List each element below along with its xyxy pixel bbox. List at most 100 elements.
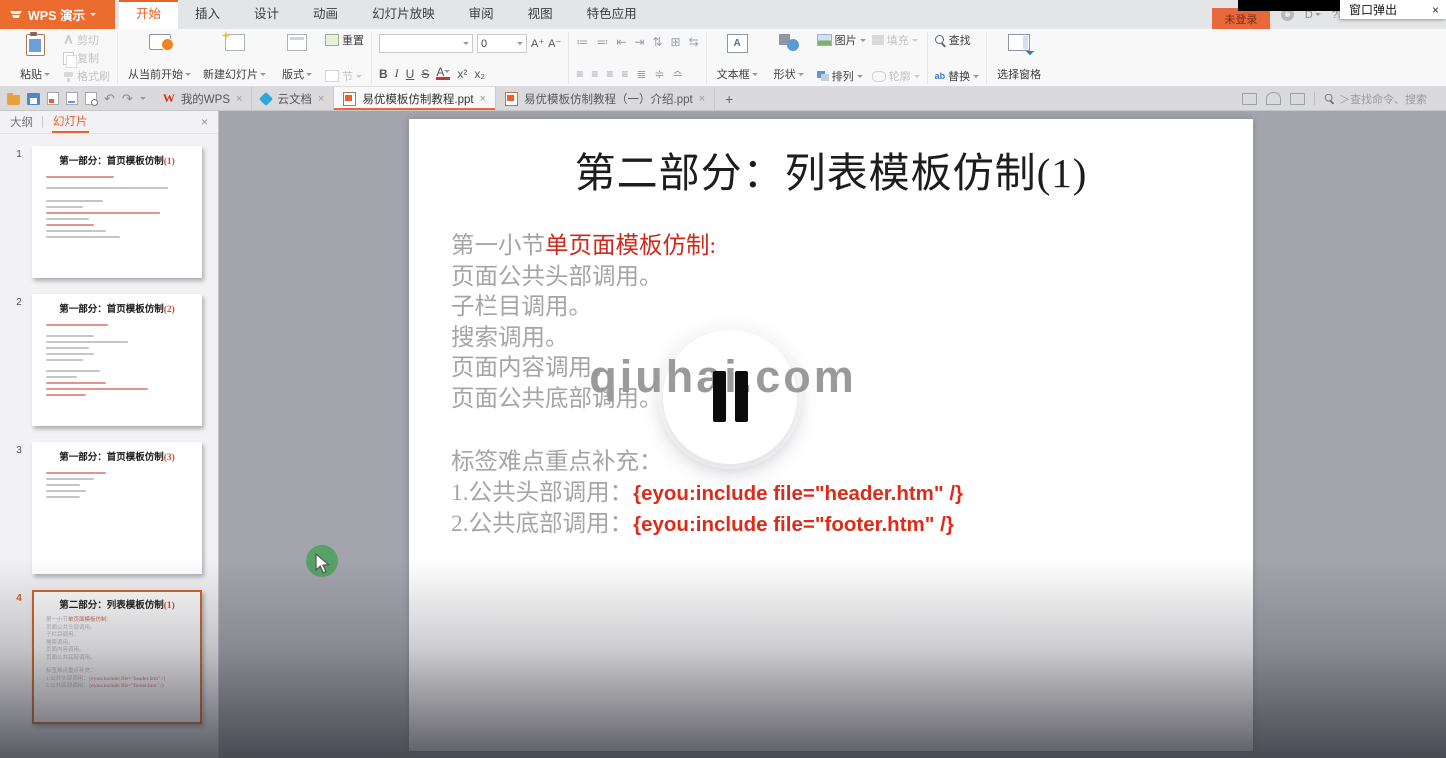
menu-tab-4[interactable]: 动画 — [296, 0, 355, 29]
decrease-indent-button[interactable]: ⇤ — [616, 35, 626, 49]
play-from-current-button[interactable]: 从当前开始 — [125, 32, 194, 84]
grow-font-button[interactable]: A⁺ — [531, 37, 544, 50]
close-icon[interactable]: × — [236, 93, 242, 105]
close-icon[interactable]: × — [1432, 3, 1439, 17]
document-tab-1[interactable]: W我的WPS× — [154, 87, 253, 110]
paste-icon — [26, 34, 45, 56]
gray-text: 第一小节 — [451, 233, 545, 259]
thumbnail-card[interactable]: 第一部分：首页模板仿制(2) — [32, 294, 202, 426]
menu-tab-6[interactable]: 审阅 — [452, 0, 511, 29]
slide-thumbnail-1[interactable]: 1第一部分：首页模板仿制(1) — [6, 146, 218, 278]
menu-tab-1[interactable]: 开始 — [119, 0, 178, 29]
open-folder-icon[interactable] — [7, 95, 20, 105]
send-feedback-icon[interactable] — [1290, 93, 1305, 105]
document-tab-3[interactable]: 易优模板仿制教程.ppt × — [334, 87, 496, 110]
thumbnail-card[interactable]: 第一部分：首页模板仿制(3) — [32, 442, 202, 574]
align-left-button[interactable]: ≡ — [576, 67, 583, 81]
print-icon[interactable] — [66, 92, 78, 105]
picture-icon — [817, 34, 832, 46]
save-icon[interactable] — [27, 93, 40, 105]
command-search-input[interactable]: ＞查找命令、搜索 — [1324, 91, 1442, 107]
superscript-button[interactable]: x² — [457, 67, 467, 81]
menu-tab-3[interactable]: 设计 — [237, 0, 296, 29]
redo-icon[interactable]: ↷ — [122, 92, 133, 105]
line-spacing-button[interactable]: ≑ — [654, 67, 664, 81]
screen-share-icon[interactable] — [1242, 93, 1257, 105]
menu-tab-5[interactable]: 幻灯片放映 — [355, 0, 452, 29]
close-icon[interactable]: × — [699, 93, 705, 105]
selection-pane-button[interactable]: 选择窗格 — [994, 32, 1044, 84]
slide-thumbnail-4[interactable]: 4第二部分：列表模板仿制(1)第一小节单页面模板仿制:页面公共头部调用。子栏目调… — [6, 590, 218, 724]
picture-button[interactable]: 图片 — [817, 33, 866, 47]
underline-button[interactable]: U — [406, 67, 415, 81]
thumbnail-card[interactable]: 第二部分：列表模板仿制(1)第一小节单页面模板仿制:页面公共头部调用。子栏目调用… — [32, 590, 202, 724]
paragraph-settings-button[interactable]: ≏ — [673, 67, 683, 81]
menu-tab-2[interactable]: 插入 — [178, 0, 237, 29]
tab-label: 易优模板仿制教程.ppt — [362, 91, 473, 107]
current-slide[interactable]: 第二部分：列表模板仿制(1) 第一小节单页面模板仿制:页面公共头部调用。子栏目调… — [409, 119, 1253, 751]
tab-slides[interactable]: 幻灯片 — [52, 112, 89, 133]
new-tab-button[interactable]: + — [715, 87, 743, 110]
font-name-select[interactable] — [379, 34, 473, 53]
bullets-button[interactable]: ≔ — [576, 35, 588, 49]
strikethrough-button[interactable]: S — [421, 67, 429, 81]
find-button[interactable]: 查找 — [935, 33, 980, 47]
copy-button[interactable]: 复制 — [63, 51, 110, 65]
new-slide-button[interactable]: 新建幻灯片 — [200, 32, 269, 84]
bold-button[interactable]: B — [379, 67, 388, 81]
distribute-button[interactable]: ≣ — [636, 67, 646, 81]
red-text: {eyou:include file="header.htm" /} — [633, 482, 963, 505]
export-pdf-icon[interactable] — [47, 92, 59, 105]
insert-group: A 文本框 形状 图片 排列 填充 轮廓 — [707, 32, 928, 84]
arrange-button[interactable]: 排列 — [817, 69, 866, 83]
document-tab-4[interactable]: 易优模板仿制教程（一）介绍.ppt× — [496, 87, 715, 110]
menu-tab-7[interactable]: 视图 — [511, 0, 570, 29]
divider — [1314, 92, 1315, 105]
shrink-font-button[interactable]: A⁻ — [548, 37, 561, 50]
shapes-button[interactable]: 形状 — [767, 32, 811, 84]
reset-button[interactable]: 重置 — [325, 33, 364, 47]
align-right-button[interactable]: ≡ — [606, 67, 613, 81]
align-center-button[interactable]: ≡ — [591, 67, 598, 81]
wps-logo[interactable]: WPS 演示 — [0, 0, 115, 29]
increase-indent-button[interactable]: ⇥ — [634, 35, 644, 49]
chevron-down-icon[interactable] — [140, 97, 146, 103]
format-painter-button[interactable]: 格式刷 — [63, 69, 110, 83]
login-button[interactable]: 未登录 — [1212, 8, 1270, 29]
justify-button[interactable]: ≡ — [621, 67, 628, 81]
italic-button[interactable]: I — [395, 66, 399, 81]
section-button[interactable]: 节 — [325, 69, 364, 83]
close-icon[interactable]: × — [318, 93, 324, 105]
copy-icon — [63, 52, 74, 65]
font-color-button[interactable]: A — [436, 67, 450, 80]
textbox-button[interactable]: A 文本框 — [714, 32, 761, 84]
chevron-down-icon — [798, 73, 804, 79]
outline-button[interactable]: 轮廓 — [872, 69, 920, 83]
char-spacing-button[interactable]: ⇆ — [689, 35, 699, 49]
numbering-button[interactable]: ≕ — [596, 35, 608, 49]
menu-tab-8[interactable]: 特色应用 — [570, 0, 654, 29]
chevron-down-icon — [260, 73, 266, 79]
close-icon[interactable]: × — [201, 115, 208, 129]
replace-button[interactable]: ab替换 — [935, 69, 980, 83]
thumbnail-card[interactable]: 第一部分：首页模板仿制(1) — [32, 146, 202, 278]
text-direction-button[interactable]: ⇅ — [652, 35, 662, 49]
cut-button[interactable]: 剪切 — [63, 33, 110, 47]
undo-icon[interactable]: ↶ — [104, 92, 115, 105]
layout-button[interactable]: 版式 — [275, 32, 319, 84]
tab-outline[interactable]: 大纲 — [10, 114, 33, 130]
slide-thumbnail-3[interactable]: 3第一部分：首页模板仿制(3) — [6, 442, 218, 574]
gray-text: 页面公共头部调用。 — [451, 264, 663, 290]
layout-icon — [287, 34, 307, 51]
fill-button[interactable]: 填充 — [872, 33, 920, 47]
document-tab-2[interactable]: 云文档× — [252, 87, 334, 110]
font-size-select[interactable]: 0 — [477, 34, 527, 53]
slide-thumbnail-2[interactable]: 2第一部分：首页模板仿制(2) — [6, 294, 218, 426]
close-icon[interactable]: × — [480, 93, 486, 105]
subscript-button[interactable]: x₂ — [474, 67, 485, 81]
print-preview-icon[interactable] — [85, 92, 97, 105]
editing-group: 查找 ab替换 — [928, 32, 988, 84]
paste-button[interactable]: 粘贴 — [13, 32, 57, 84]
table-border-button[interactable]: ⊞ — [671, 35, 681, 49]
tools-icon[interactable] — [1266, 92, 1281, 105]
